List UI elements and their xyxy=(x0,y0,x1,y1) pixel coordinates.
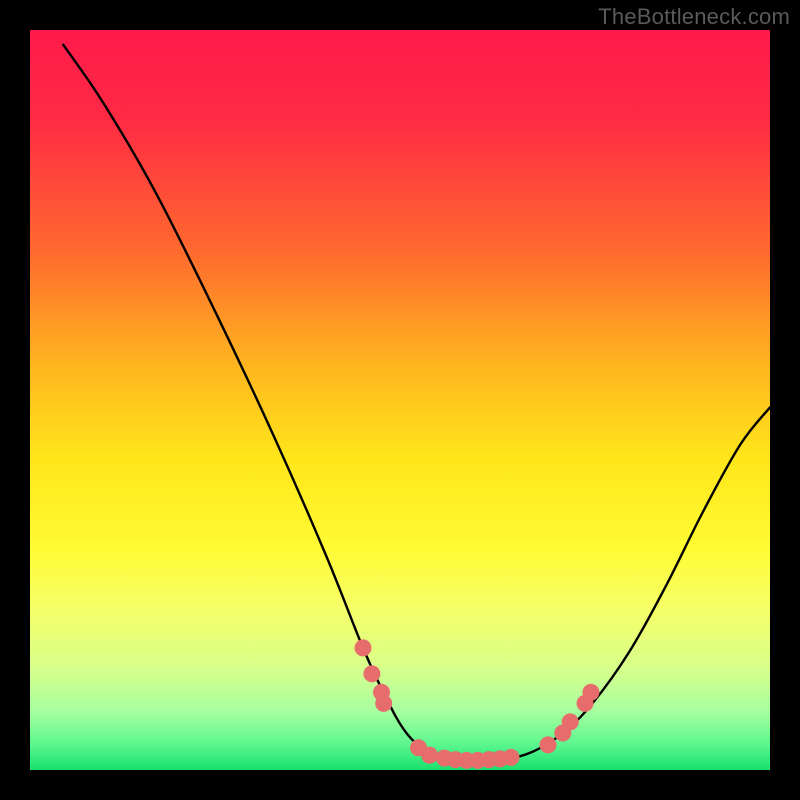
watermark-text: TheBottleneck.com xyxy=(598,4,790,30)
scatter-point xyxy=(375,695,392,712)
scatter-point xyxy=(503,749,520,766)
scatter-point xyxy=(355,639,372,656)
scatter-point xyxy=(582,684,599,701)
chart-frame: TheBottleneck.com xyxy=(0,0,800,800)
scatter-point xyxy=(562,713,579,730)
plot-background xyxy=(30,30,770,770)
scatter-point xyxy=(363,665,380,682)
scatter-point xyxy=(540,736,557,753)
scatter-point xyxy=(421,747,438,764)
bottleneck-chart xyxy=(0,0,800,800)
